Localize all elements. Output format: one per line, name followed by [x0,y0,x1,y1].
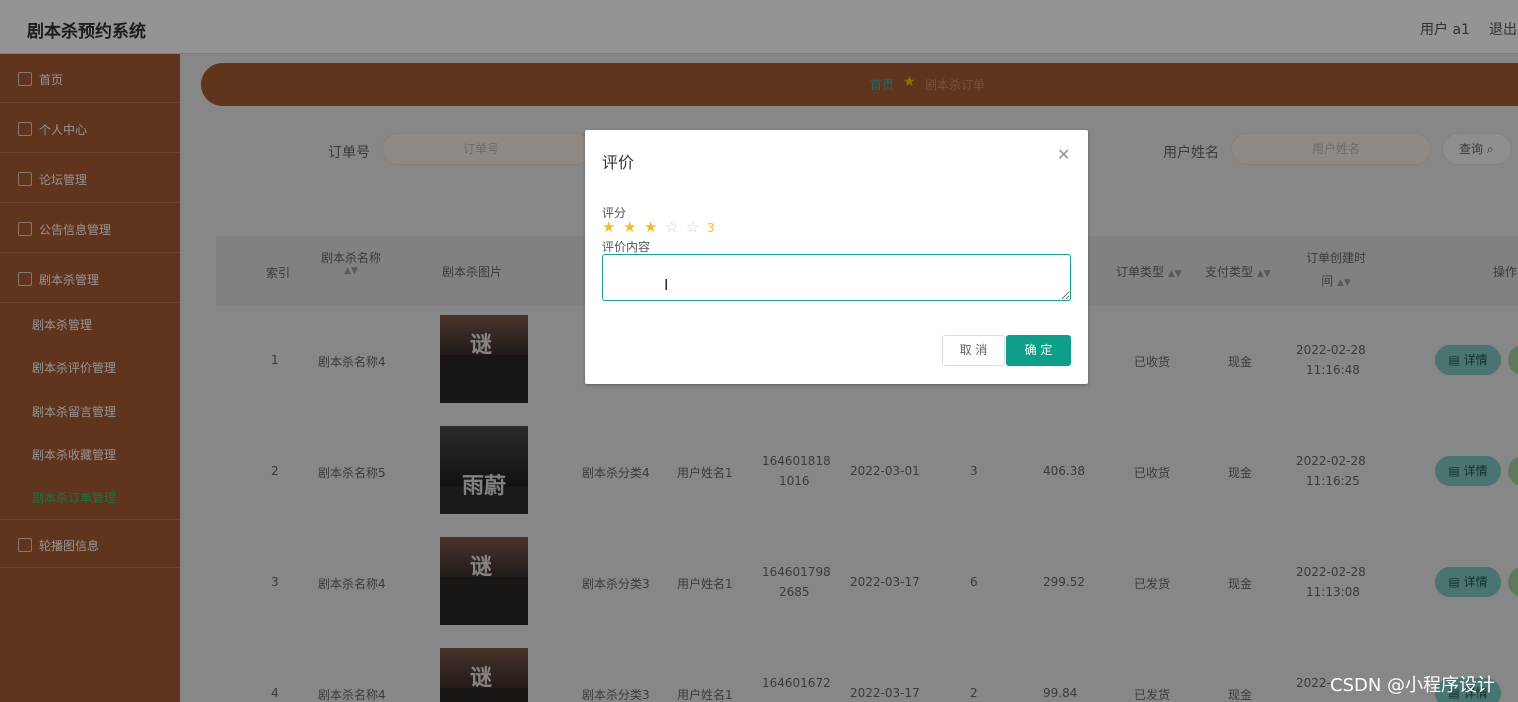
star-outline-icon[interactable]: ☆ [665,219,678,235]
confirm-button[interactable]: 确 定 [1006,335,1071,366]
watermark: CSDN @小程序设计 [1330,675,1496,696]
star-icon[interactable]: ★ [623,219,636,235]
rating-text: 3 [707,221,715,235]
star-outline-icon[interactable]: ☆ [686,219,699,235]
content-label: 评价内容 [602,240,651,254]
review-content-input[interactable] [602,254,1071,301]
text-cursor-icon: I [664,276,669,294]
star-icon[interactable]: ★ [644,219,657,235]
close-icon[interactable]: ✕ [1057,145,1070,164]
dialog-title: 评价 [602,153,635,172]
review-dialog: 评价 ✕ 评分 ★ ★ ★ ☆ ☆ 3 评价内容 取 消 确 定 [585,130,1088,384]
star-icon[interactable]: ★ [602,219,615,235]
cancel-button[interactable]: 取 消 [942,335,1005,366]
